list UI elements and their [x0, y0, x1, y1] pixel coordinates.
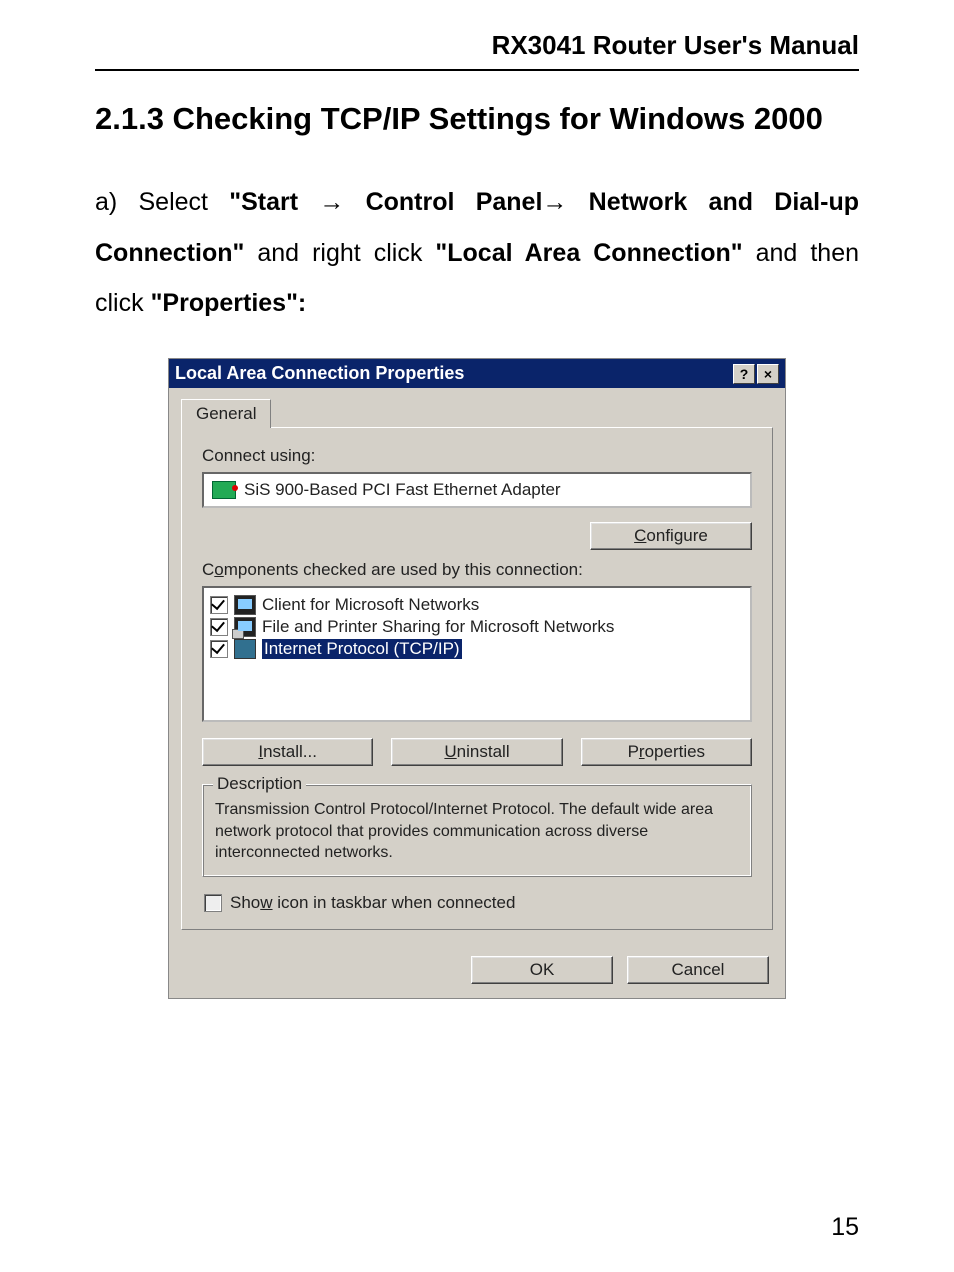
list-item[interactable]: Client for Microsoft Networks — [210, 594, 744, 616]
bold-properties: "Properties": — [151, 289, 307, 317]
uninstall-button[interactable]: Uninstall — [391, 738, 562, 766]
configure-label-rest: onfigure — [646, 526, 707, 545]
list-item[interactable]: File and Printer Sharing for Microsoft N… — [210, 616, 744, 638]
properties-button[interactable]: Properties — [581, 738, 752, 766]
client-icon — [234, 595, 256, 615]
adapter-field: SiS 900-Based PCI Fast Ethernet Adapter — [202, 472, 752, 508]
description-text: Transmission Control Protocol/Internet P… — [215, 799, 739, 864]
bold-control-panel: Control Panel — [344, 188, 542, 216]
install-button[interactable]: Install... — [202, 738, 373, 766]
file-share-icon — [234, 617, 256, 637]
checkbox-icon[interactable] — [210, 596, 228, 614]
page-number: 15 — [831, 1213, 859, 1242]
component-label: File and Printer Sharing for Microsoft N… — [262, 617, 614, 637]
cancel-button[interactable]: Cancel — [627, 956, 769, 984]
checkbox-icon[interactable] — [210, 618, 228, 636]
connect-using-label: Connect using: — [202, 446, 752, 466]
tab-panel-general: Connect using: SiS 900-Based PCI Fast Et… — [181, 427, 773, 930]
bold-local-area: "Local Area Connection" — [435, 239, 742, 267]
components-label: Components checked are used by this conn… — [202, 560, 752, 580]
para-mid1: and right click — [244, 239, 435, 267]
description-legend: Description — [213, 774, 306, 794]
components-listbox[interactable]: Client for Microsoft Networks File and P… — [202, 586, 752, 722]
protocol-icon — [234, 639, 256, 659]
arrow-icon: → — [542, 189, 567, 216]
show-icon-label: Show icon in taskbar when connected — [230, 893, 515, 913]
dialog-title: Local Area Connection Properties — [175, 363, 731, 384]
section-heading: 2.1.3 Checking TCP/IP Settings for Windo… — [95, 101, 859, 137]
properties-dialog: Local Area Connection Properties ? × Gen… — [168, 358, 786, 999]
arrow-icon: → — [319, 189, 344, 216]
component-label: Internet Protocol (TCP/IP) — [262, 639, 462, 659]
show-icon-row[interactable]: Show icon in taskbar when connected — [202, 893, 752, 913]
configure-button[interactable]: Configure — [590, 522, 752, 550]
checkbox-icon[interactable] — [210, 640, 228, 658]
list-item-selected[interactable]: Internet Protocol (TCP/IP) — [210, 638, 744, 660]
show-icon-checkbox[interactable] — [204, 894, 222, 912]
page-header: RX3041 Router User's Manual — [95, 30, 859, 71]
help-button[interactable]: ? — [733, 364, 755, 384]
description-group: Description Transmission Control Protoco… — [202, 784, 752, 877]
adapter-name: SiS 900-Based PCI Fast Ethernet Adapter — [244, 480, 561, 500]
instruction-paragraph: a) Select "Start → Control Panel→ Networ… — [95, 177, 859, 328]
tab-general[interactable]: General — [181, 399, 271, 428]
para-prefix: a) Select — [95, 188, 229, 216]
dialog-titlebar: Local Area Connection Properties ? × — [169, 359, 785, 388]
ok-button[interactable]: OK — [471, 956, 613, 984]
close-button[interactable]: × — [757, 364, 779, 384]
bold-start: "Start — [229, 188, 319, 216]
nic-icon — [212, 481, 236, 499]
component-label: Client for Microsoft Networks — [262, 595, 479, 615]
